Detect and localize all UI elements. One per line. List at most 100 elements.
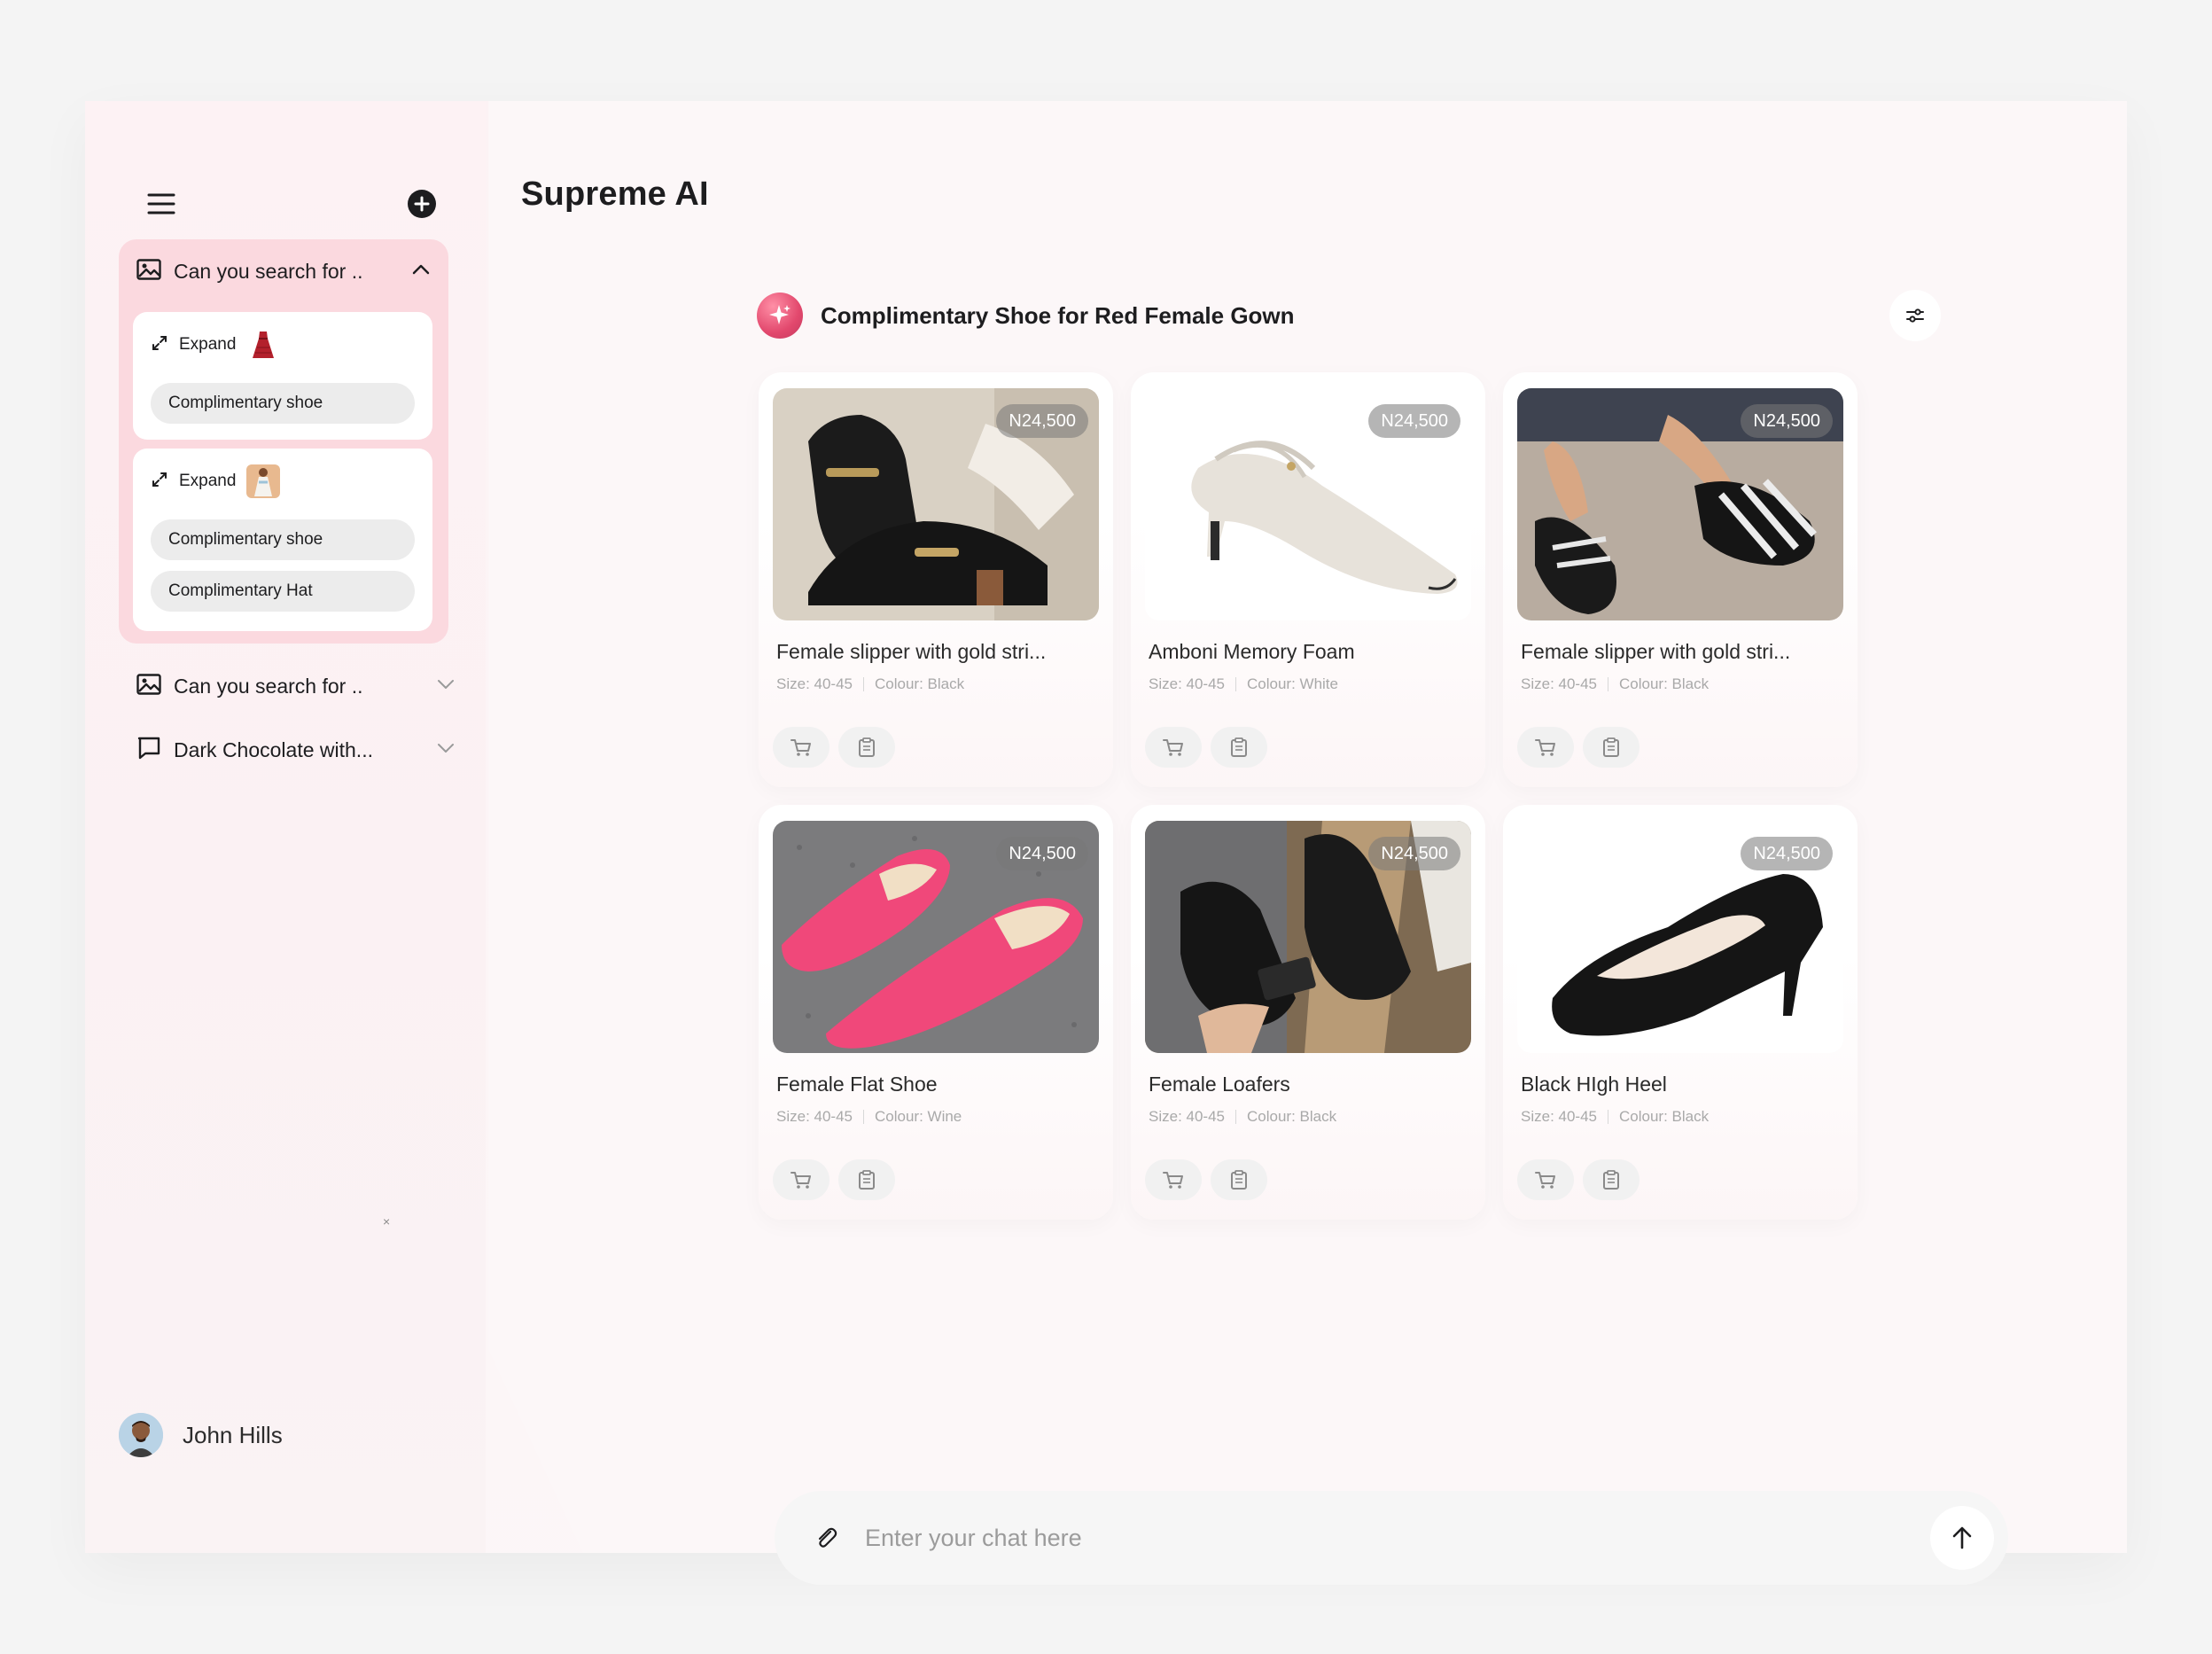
expand-arrows-icon <box>151 471 168 493</box>
product-size: Size: 40-45 <box>1149 1108 1225 1125</box>
chat-bubble-icon <box>136 736 161 765</box>
user-name: John Hills <box>183 1421 283 1448</box>
chip-complimentary-shoe[interactable]: Complimentary shoe <box>151 519 415 560</box>
expand-label: Expand <box>179 472 237 490</box>
thread-label: Dark Chocolate with... <box>174 737 373 761</box>
red-gown-thumbnail <box>246 328 281 362</box>
price-badge: N24,500 <box>1741 837 1833 870</box>
card-actions <box>773 727 904 768</box>
product-colour: Colour: Black <box>1619 1108 1710 1125</box>
product-card[interactable]: N24,500 Female Loafers Size: 40-45 Colou… <box>1131 805 1485 1220</box>
product-meta: Size: 40-45 Colour: Black <box>1149 1108 1336 1126</box>
product-meta: Size: 40-45 Colour: Black <box>1521 675 1709 693</box>
product-meta: Size: 40-45 Colour: Wine <box>776 1108 962 1126</box>
clipboard-icon[interactable] <box>1211 1159 1267 1200</box>
thread-item[interactable]: Dark Chocolate with... <box>136 725 456 775</box>
product-size: Size: 40-45 <box>1521 1108 1597 1125</box>
clipboard-icon[interactable] <box>1211 727 1267 768</box>
card-actions <box>1145 727 1276 768</box>
product-title[interactable]: Black HIgh Heel <box>1521 1073 1667 1096</box>
thread-header[interactable]: Can you search for .. <box>119 239 448 303</box>
thread-item[interactable]: Can you search for .. <box>136 661 456 711</box>
results-title: Complimentary Shoe for Red Female Gown <box>821 301 1295 329</box>
filter-sliders-icon[interactable] <box>1889 290 1941 341</box>
image-icon <box>136 258 161 285</box>
cart-icon[interactable] <box>1145 727 1202 768</box>
thread-label: Can you search for .. <box>174 674 363 698</box>
cart-icon[interactable] <box>773 1159 830 1200</box>
thread-item-expanded: Can you search for .. Expand Complimenta… <box>119 239 448 644</box>
product-card[interactable]: N24,500 Amboni Memory Foam Size: 40-45 C… <box>1131 372 1485 787</box>
product-size: Size: 40-45 <box>1149 675 1225 692</box>
product-title[interactable]: Female Loafers <box>1149 1073 1290 1096</box>
expand-button[interactable]: Expand <box>151 464 281 498</box>
meta-divider <box>1235 677 1236 691</box>
card-actions <box>773 1159 904 1200</box>
card-actions <box>1517 727 1648 768</box>
cart-icon[interactable] <box>1517 1159 1574 1200</box>
meta-divider <box>863 677 864 691</box>
hamburger-menu-icon[interactable] <box>136 179 186 229</box>
new-chat-plus-icon[interactable] <box>397 179 447 229</box>
user-profile[interactable]: John Hills <box>119 1413 283 1457</box>
product-title[interactable]: Amboni Memory Foam <box>1149 640 1355 664</box>
price-badge: N24,500 <box>1368 837 1460 870</box>
product-title[interactable]: Female slipper with gold stri... <box>776 640 1046 664</box>
clipboard-icon[interactable] <box>1583 1159 1640 1200</box>
price-badge: N24,500 <box>996 404 1088 438</box>
meta-divider <box>1235 1110 1236 1124</box>
paperclip-icon[interactable] <box>806 1518 845 1557</box>
image-icon <box>136 673 161 699</box>
send-arrow-icon[interactable] <box>1930 1506 1994 1570</box>
ai-sparkle-icon <box>757 293 803 339</box>
card-actions <box>1517 1159 1648 1200</box>
product-title[interactable]: Female Flat Shoe <box>776 1073 938 1096</box>
thread-label: Can you search for .. <box>174 259 363 283</box>
product-grid: N24,500 Female slipper with gold stri...… <box>759 372 1943 1223</box>
chevron-down-icon[interactable] <box>436 678 456 695</box>
cart-icon[interactable] <box>1145 1159 1202 1200</box>
cart-icon[interactable] <box>1517 727 1574 768</box>
clipboard-icon[interactable] <box>1583 727 1640 768</box>
product-colour: Colour: Black <box>875 675 965 692</box>
chip-complimentary-shoe[interactable]: Complimentary shoe <box>151 383 415 424</box>
chevron-down-icon[interactable] <box>436 742 456 759</box>
product-colour: Colour: White <box>1247 675 1338 692</box>
suggestion-group: Expand Complimentary shoe Complimentary … <box>133 449 432 631</box>
product-title[interactable]: Female slipper with gold stri... <box>1521 640 1790 664</box>
expand-arrows-icon <box>151 334 168 356</box>
suggestion-group: Expand Complimentary shoe <box>133 312 432 440</box>
app-window: Can you search for .. Expand Complimenta… <box>85 101 2127 1585</box>
results-header: Complimentary Shoe for Red Female Gown <box>757 289 1941 342</box>
product-colour: Colour: Black <box>1247 1108 1337 1125</box>
product-card[interactable]: N24,500 Black HIgh Heel Size: 40-45 Colo… <box>1503 805 1858 1220</box>
avatar <box>119 1413 163 1457</box>
product-meta: Size: 40-45 Colour: Black <box>776 675 964 693</box>
white-gown-thumbnail <box>246 464 281 498</box>
app-title: Supreme AI <box>521 176 709 213</box>
product-card[interactable]: N24,500 Female slipper with gold stri...… <box>1503 372 1858 787</box>
product-size: Size: 40-45 <box>776 675 853 692</box>
clipboard-icon[interactable] <box>838 1159 895 1200</box>
product-colour: Colour: Black <box>1619 675 1710 692</box>
chip-complimentary-hat[interactable]: Complimentary Hat <box>151 571 415 612</box>
product-size: Size: 40-45 <box>1521 675 1597 692</box>
expand-label: Expand <box>179 335 237 354</box>
product-colour: Colour: Wine <box>875 1108 962 1125</box>
price-badge: N24,500 <box>1741 404 1833 438</box>
expand-button[interactable]: Expand <box>151 328 281 362</box>
product-card[interactable]: N24,500 Female Flat Shoe Size: 40-45 Col… <box>759 805 1113 1220</box>
clipboard-icon[interactable] <box>838 727 895 768</box>
sidebar: Can you search for .. Expand Complimenta… <box>85 101 486 1553</box>
price-badge: N24,500 <box>1368 404 1460 438</box>
meta-divider <box>863 1110 864 1124</box>
chevron-up-icon[interactable] <box>411 263 431 280</box>
price-badge: N24,500 <box>996 837 1088 870</box>
close-icon[interactable]: × <box>383 1214 390 1229</box>
cart-icon[interactable] <box>773 727 830 768</box>
product-card[interactable]: N24,500 Female slipper with gold stri...… <box>759 372 1113 787</box>
chat-bar <box>775 1491 2008 1585</box>
product-size: Size: 40-45 <box>776 1108 853 1125</box>
chat-input[interactable] <box>865 1511 1930 1564</box>
product-meta: Size: 40-45 Colour: Black <box>1521 1108 1709 1126</box>
